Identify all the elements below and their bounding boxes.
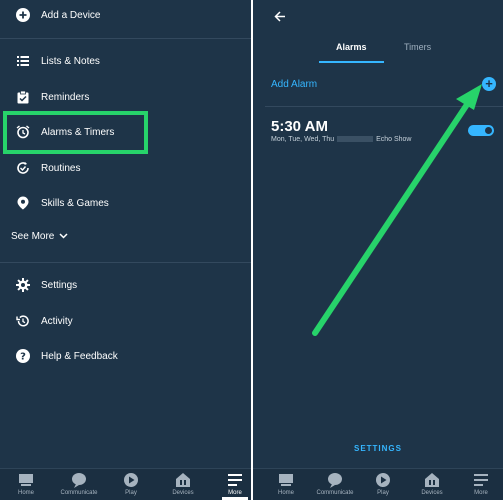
play-icon bbox=[124, 473, 138, 487]
reminder-icon bbox=[15, 89, 31, 105]
alarm-details: Mon, Tue, Wed, Thu Echo Show bbox=[271, 136, 412, 143]
nav-label: Play bbox=[377, 490, 389, 496]
menu-item-lists-notes[interactable]: Lists & Notes bbox=[0, 44, 251, 78]
divider bbox=[0, 262, 251, 263]
settings-link[interactable]: SETTINGS bbox=[253, 444, 503, 453]
nav-more[interactable]: More bbox=[456, 472, 503, 496]
chat-bubble-icon bbox=[328, 473, 342, 488]
menu-lines-icon bbox=[474, 474, 488, 486]
nav-label: More bbox=[474, 490, 488, 496]
menu-item-help-feedback[interactable]: ? Help & Feedback bbox=[0, 339, 251, 373]
menu-item-settings[interactable]: Settings bbox=[0, 268, 251, 302]
list-icon bbox=[15, 53, 31, 69]
svg-text:?: ? bbox=[20, 352, 26, 363]
nav-devices[interactable]: Devices bbox=[407, 472, 457, 496]
menu-item-label: Activity bbox=[41, 315, 73, 327]
chat-bubble-icon bbox=[72, 473, 86, 488]
nav-home[interactable]: Home bbox=[1, 472, 51, 496]
see-more-label: See More bbox=[11, 231, 55, 242]
nav-more[interactable]: More bbox=[210, 472, 251, 496]
active-tab-underline bbox=[319, 61, 384, 63]
more-menu-panel: Add a Device Lists & Notes Reminders Ala… bbox=[0, 0, 251, 500]
add-alarm-plus-icon[interactable]: + bbox=[482, 77, 496, 91]
divider bbox=[265, 106, 503, 107]
see-more-toggle[interactable]: See More bbox=[11, 231, 68, 242]
nav-label: Communicate bbox=[60, 490, 98, 496]
nav-devices[interactable]: Devices bbox=[158, 472, 208, 496]
toggle-knob bbox=[485, 127, 492, 134]
menu-lines-icon bbox=[228, 474, 242, 486]
add-device-item[interactable]: Add a Device bbox=[0, 0, 251, 32]
alarm-days: Mon, Tue, Wed, Thu bbox=[271, 136, 335, 143]
routines-icon bbox=[15, 160, 31, 176]
location-pin-icon bbox=[15, 195, 31, 211]
nav-label: Home bbox=[17, 490, 34, 496]
play-icon bbox=[376, 473, 390, 487]
home-icon bbox=[279, 474, 293, 486]
menu-item-label: Help & Feedback bbox=[41, 350, 118, 362]
nav-play[interactable]: Play bbox=[106, 472, 156, 496]
nav-communicate[interactable]: Communicate bbox=[54, 472, 104, 496]
back-arrow-icon[interactable] bbox=[274, 9, 286, 27]
alarm-device: Echo Show bbox=[376, 136, 412, 143]
add-alarm-link[interactable]: Add Alarm bbox=[271, 79, 317, 90]
chevron-down-icon bbox=[59, 231, 68, 242]
add-device-label: Add a Device bbox=[41, 9, 101, 21]
alarm-toggle[interactable] bbox=[468, 125, 494, 136]
bottom-nav: Home Communicate Play Devices More bbox=[0, 468, 251, 500]
nav-label: Communicate bbox=[316, 490, 354, 496]
menu-item-routines[interactable]: Routines bbox=[0, 151, 251, 185]
nav-home[interactable]: Home bbox=[261, 472, 311, 496]
nav-label: Play bbox=[125, 490, 137, 496]
history-icon bbox=[15, 313, 31, 329]
menu-item-label: Skills & Games bbox=[41, 197, 109, 209]
devices-house-icon bbox=[425, 473, 439, 487]
tab-timers[interactable]: Timers bbox=[404, 42, 431, 52]
divider bbox=[0, 38, 251, 39]
bottom-nav: Home Communicate Play Devices More bbox=[253, 468, 503, 500]
alarm-time: 5:30 AM bbox=[271, 118, 328, 135]
menu-item-skills-games[interactable]: Skills & Games bbox=[0, 186, 251, 220]
alarms-timers-panel: Alarms Timers Add Alarm + 5:30 AM Mon, T… bbox=[253, 0, 503, 500]
devices-house-icon bbox=[176, 473, 190, 487]
menu-item-label: Reminders bbox=[41, 91, 90, 103]
nav-communicate[interactable]: Communicate bbox=[310, 472, 360, 496]
menu-item-reminders[interactable]: Reminders bbox=[0, 80, 251, 114]
nav-label: Home bbox=[277, 490, 294, 496]
menu-item-label: Routines bbox=[41, 162, 81, 174]
nav-label: Devices bbox=[172, 490, 194, 496]
help-icon: ? bbox=[15, 348, 31, 364]
nav-play[interactable]: Play bbox=[358, 472, 408, 496]
tab-alarms[interactable]: Alarms bbox=[336, 42, 367, 52]
menu-item-label: Settings bbox=[41, 279, 78, 291]
menu-item-label: Lists & Notes bbox=[41, 55, 100, 67]
nav-label: More bbox=[228, 490, 242, 496]
gear-icon bbox=[15, 277, 31, 293]
redacted-device-name bbox=[337, 136, 374, 143]
home-icon bbox=[19, 474, 33, 486]
highlight-box bbox=[3, 111, 148, 154]
plus-circle-icon bbox=[15, 7, 31, 23]
nav-label: Devices bbox=[421, 490, 443, 496]
menu-item-activity[interactable]: Activity bbox=[0, 304, 251, 338]
